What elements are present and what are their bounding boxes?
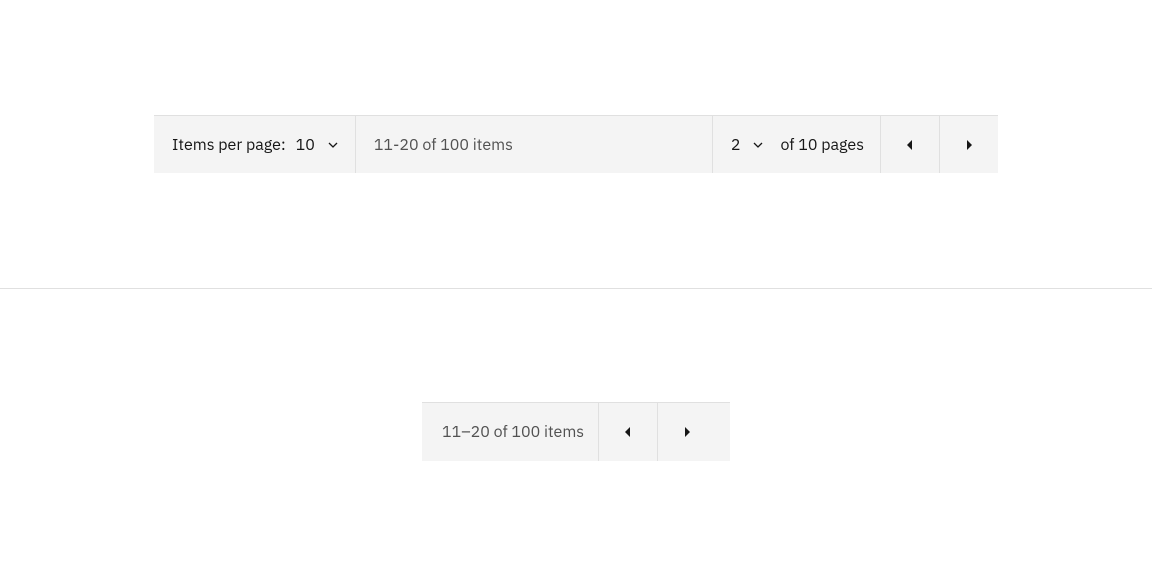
items-per-page-select[interactable]: 10 bbox=[296, 135, 341, 155]
chevron-down-icon bbox=[750, 137, 766, 153]
pagination-compact: 11–20 of 100 items bbox=[422, 402, 730, 461]
caret-left-icon bbox=[623, 426, 633, 438]
items-per-page-value: 10 bbox=[296, 135, 315, 155]
next-page-button[interactable] bbox=[939, 116, 998, 173]
of-pages-text: of 10 pages bbox=[780, 135, 864, 155]
items-range-text: 11-20 of 100 items bbox=[356, 116, 712, 173]
next-page-button[interactable] bbox=[657, 403, 716, 461]
page-number-select[interactable]: 2 bbox=[731, 135, 767, 155]
caret-right-icon bbox=[682, 426, 692, 438]
page-select-group: 2 of 10 pages bbox=[712, 116, 880, 173]
caret-left-icon bbox=[905, 139, 915, 151]
pagination-full: Items per page: 10 11-20 of 100 items 2 … bbox=[154, 115, 998, 173]
previous-page-button[interactable] bbox=[880, 116, 939, 173]
items-per-page-label: Items per page: bbox=[172, 135, 286, 155]
items-range-text: 11–20 of 100 items bbox=[422, 403, 598, 461]
caret-right-icon bbox=[964, 139, 974, 151]
chevron-down-icon bbox=[325, 137, 341, 153]
items-per-page-group: Items per page: 10 bbox=[154, 116, 356, 173]
section-divider bbox=[0, 288, 1152, 289]
previous-page-button[interactable] bbox=[598, 403, 657, 461]
page-number-value: 2 bbox=[731, 135, 741, 155]
